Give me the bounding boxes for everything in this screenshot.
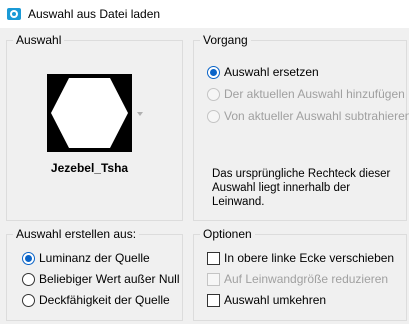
window-title: Auswahl aus Datei laden [28, 7, 161, 21]
optionen-group: Optionen In obere linke Ecke verschieben… [193, 227, 407, 321]
radio-auswahl-ersetzen[interactable]: Auswahl ersetzen [207, 65, 319, 79]
paint-shop-icon [7, 8, 21, 20]
checkbox-label: Auswahl umkehren [224, 293, 327, 307]
erstellen-group: Auswahl erstellen aus: Luminanz der Quel… [6, 227, 183, 321]
checkbox[interactable] [207, 272, 220, 286]
checkbox-label: In obere linke Ecke verschieben [224, 251, 395, 265]
radio-auswahl-hinzufuegen[interactable]: Der aktuellen Auswahl hinzufügen [207, 87, 405, 101]
auswahl-group-legend: Auswahl [13, 33, 65, 47]
radio-button[interactable] [22, 293, 35, 307]
radio-label: Luminanz der Quelle [39, 251, 150, 265]
radio-auswahl-subtrahieren[interactable]: Von aktueller Auswahl subtrahieren [207, 109, 409, 123]
checkbox[interactable] [207, 251, 220, 265]
selection-thumbnail[interactable] [47, 74, 132, 152]
preset-name-label: Jezebel_Tsha [50, 161, 129, 175]
erstellen-group-legend: Auswahl erstellen aus: [13, 227, 140, 241]
radio-label: Deckfähigkeit der Quelle [39, 293, 170, 307]
checkbox[interactable] [207, 293, 220, 307]
vorgang-group: Vorgang Auswahl ersetzen Der aktuellen A… [193, 33, 409, 221]
checkbox-label: Auf Leinwandgröße reduzieren [224, 272, 389, 286]
info-text: Das ursprüngliche Rechteck dieser Auswah… [212, 168, 391, 208]
radio-deckfaehigkeit[interactable]: Deckfähigkeit der Quelle [22, 293, 170, 307]
auswahl-group: Auswahl Jezebel_Tsha [6, 33, 183, 221]
radio-luminanz[interactable]: Luminanz der Quelle [22, 251, 150, 265]
radio-label: Beliebiger Wert außer Null [39, 272, 180, 286]
dialog-body: Auswahl Jezebel_Tsha Vorgang Auswahl ers… [0, 28, 409, 324]
thumbnail-dropdown-arrow[interactable] [137, 112, 143, 116]
hexagon-shape-icon [51, 78, 128, 148]
radio-button[interactable] [207, 87, 220, 101]
radio-button[interactable] [22, 251, 35, 265]
radio-label: Auswahl ersetzen [224, 65, 319, 79]
check-leinwandgroesse[interactable]: Auf Leinwandgröße reduzieren [207, 272, 388, 286]
radio-button[interactable] [22, 272, 35, 286]
title-bar: Auswahl aus Datei laden [0, 0, 409, 28]
radio-button[interactable] [207, 109, 220, 123]
check-obere-linke-ecke[interactable]: In obere linke Ecke verschieben [207, 251, 394, 265]
optionen-group-legend: Optionen [200, 227, 255, 241]
check-auswahl-umkehren[interactable]: Auswahl umkehren [207, 293, 326, 307]
radio-beliebiger-wert[interactable]: Beliebiger Wert außer Null [22, 272, 180, 286]
radio-button[interactable] [207, 65, 220, 79]
vorgang-group-legend: Vorgang [200, 33, 251, 47]
radio-label: Von aktueller Auswahl subtrahieren [224, 109, 409, 123]
radio-label: Der aktuellen Auswahl hinzufügen [224, 87, 405, 101]
